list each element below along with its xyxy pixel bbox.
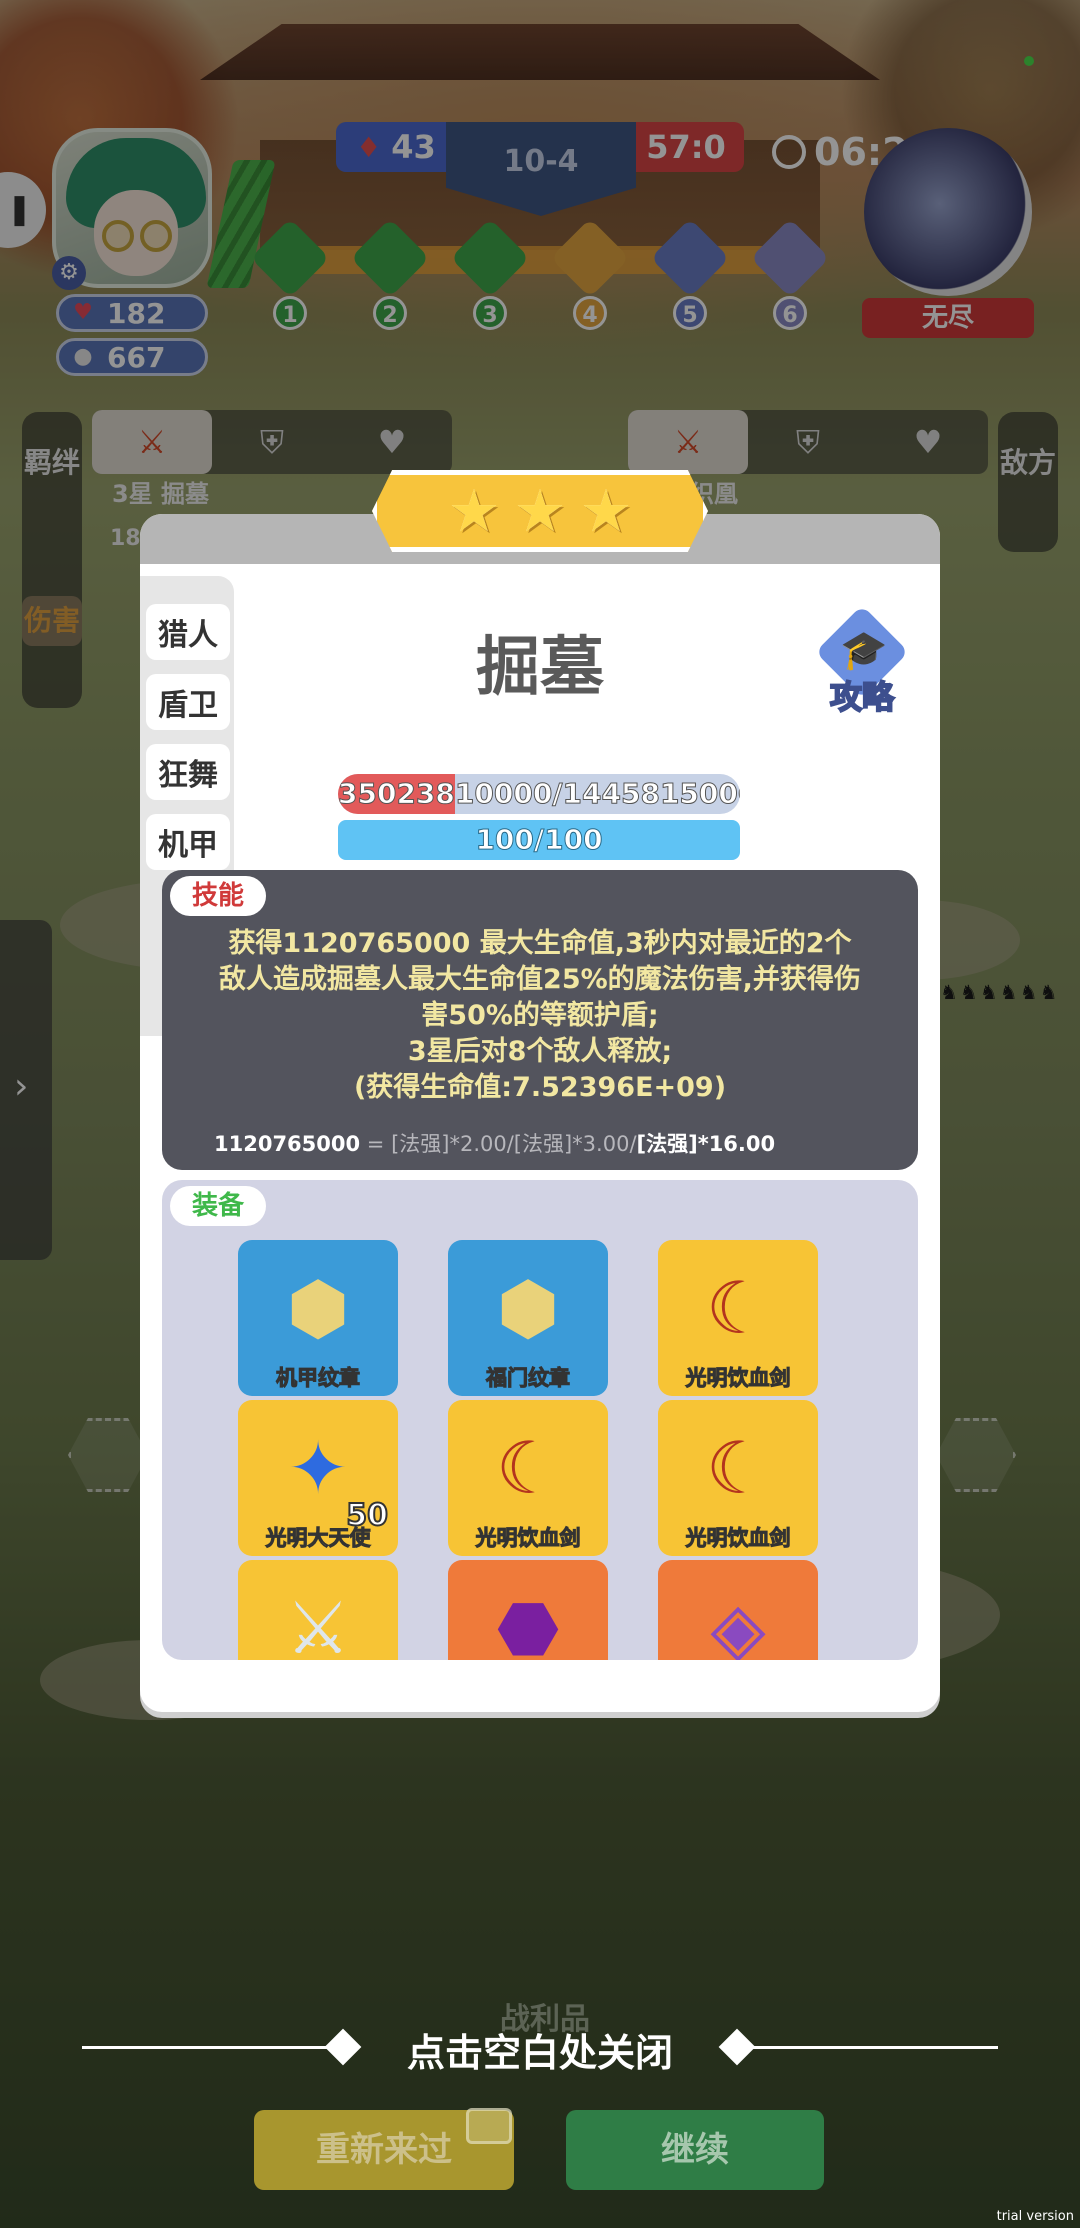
emblem-icon: ⬢: [286, 1266, 350, 1350]
equip-item[interactable]: ✦ 50 光明大天使: [238, 1400, 398, 1556]
guide-button[interactable]: 🎓 攻略: [802, 605, 922, 722]
star-icon: ★: [514, 477, 566, 545]
role-mecha[interactable]: 机甲: [146, 814, 230, 870]
hp-text: 35023810000/14458150000: [338, 777, 740, 811]
role-hunter[interactable]: 猎人: [146, 604, 230, 660]
skill-line: 获得1120765000 最大生命值,3秒内对最近的2个: [228, 928, 852, 959]
equip-item[interactable]: ⚔: [238, 1560, 398, 1660]
graduation-cap-icon: 🎓: [840, 628, 888, 672]
skill-line: 3星后对8个敌人释放;: [407, 1036, 673, 1067]
skill-line: 害50%的等额护盾;: [421, 1000, 659, 1031]
sword-icon: ⚔: [285, 1586, 351, 1660]
emblem-icon: ⬢: [496, 1266, 560, 1350]
formula-equals: =: [360, 1132, 392, 1156]
guide-label: 攻略: [829, 677, 895, 717]
formula-end: [法强]*16.00: [636, 1132, 776, 1156]
equip-item-name: 福门纹章: [486, 1366, 571, 1391]
equip-item[interactable]: ◈: [658, 1560, 818, 1660]
formula-value: 1120765000: [214, 1132, 361, 1156]
equipment-panel: 装备 ⬢ 机甲纹章 ⬢ 福门纹章 ☾ 光明饮血剑 ✦ 50 光明大天使 ☾ 光明…: [162, 1180, 918, 1660]
skill-line: (获得生命值:7.52396E+09): [353, 1072, 727, 1103]
formula-mid: [法强]*2.00/[法强]*3.00/: [391, 1132, 637, 1156]
equip-item[interactable]: ☾ 光明饮血剑: [448, 1400, 608, 1556]
equip-item-name: 机甲纹章: [276, 1366, 361, 1391]
skill-panel: 技能 获得1120765000 最大生命值,3秒内对最近的2个 敌人造成掘墓人最…: [162, 870, 918, 1170]
role-guard[interactable]: 盾卫: [146, 674, 230, 730]
equip-item-name: 光明大天使: [265, 1526, 371, 1551]
role-dancer[interactable]: 狂舞: [146, 744, 230, 800]
equipment-tag: 装备: [170, 1186, 267, 1226]
skill-line: 敌人造成掘墓人最大生命值25%的魔法伤害,并获得伤: [219, 964, 861, 995]
equip-item[interactable]: ☾ 光明饮血剑: [658, 1400, 818, 1556]
skill-tag: 技能: [170, 876, 267, 916]
continue-button[interactable]: 继续: [566, 2110, 824, 2190]
hero-detail-modal: 猎人 盾卫 狂舞 机甲 掘墓 🎓 攻略 35023810000/14458150…: [140, 514, 940, 1712]
skill-formula: 1120765000 = [法强]*2.00/[法强]*3.00/[法强]*16…: [214, 1128, 775, 1158]
hero-mana-bar: 100/100: [338, 820, 740, 860]
scythe-icon: ☾: [495, 1426, 561, 1510]
equip-item[interactable]: ☾ 光明饮血剑: [658, 1240, 818, 1396]
scythe-icon: ☾: [705, 1266, 771, 1350]
star-icon: ★: [580, 477, 632, 545]
gem-icon: ⬣: [496, 1586, 560, 1660]
scythe-icon: ☾: [705, 1426, 771, 1510]
skill-description: 获得1120765000 最大生命值,3秒内对最近的2个 敌人造成掘墓人最大生命…: [192, 926, 888, 1106]
equip-item[interactable]: ⬢ 机甲纹章: [238, 1240, 398, 1396]
equip-item[interactable]: ⬢ 福门纹章: [448, 1240, 608, 1396]
video-ad-icon: [466, 2108, 512, 2144]
trial-watermark: trial version: [996, 2209, 1074, 2224]
relic-icon: ◈: [710, 1586, 766, 1660]
hero-name: 掘墓: [476, 631, 604, 705]
star-rating-banner: ★ ★ ★: [372, 470, 708, 552]
equip-item-name: 光明饮血剑: [685, 1366, 791, 1391]
star-icon: ★: [448, 477, 500, 545]
equip-item[interactable]: ⬣: [448, 1560, 608, 1660]
hero-hp-bar: 35023810000/14458150000: [338, 774, 740, 814]
equipment-grid: ⬢ 机甲纹章 ⬢ 福门纹章 ☾ 光明饮血剑 ✦ 50 光明大天使 ☾ 光明饮血剑…: [238, 1240, 858, 1660]
equip-item-name: 光明饮血剑: [685, 1526, 791, 1551]
close-hint[interactable]: 点击空白处关闭: [0, 2022, 1080, 2077]
equip-item-name: 光明饮血剑: [475, 1526, 581, 1551]
